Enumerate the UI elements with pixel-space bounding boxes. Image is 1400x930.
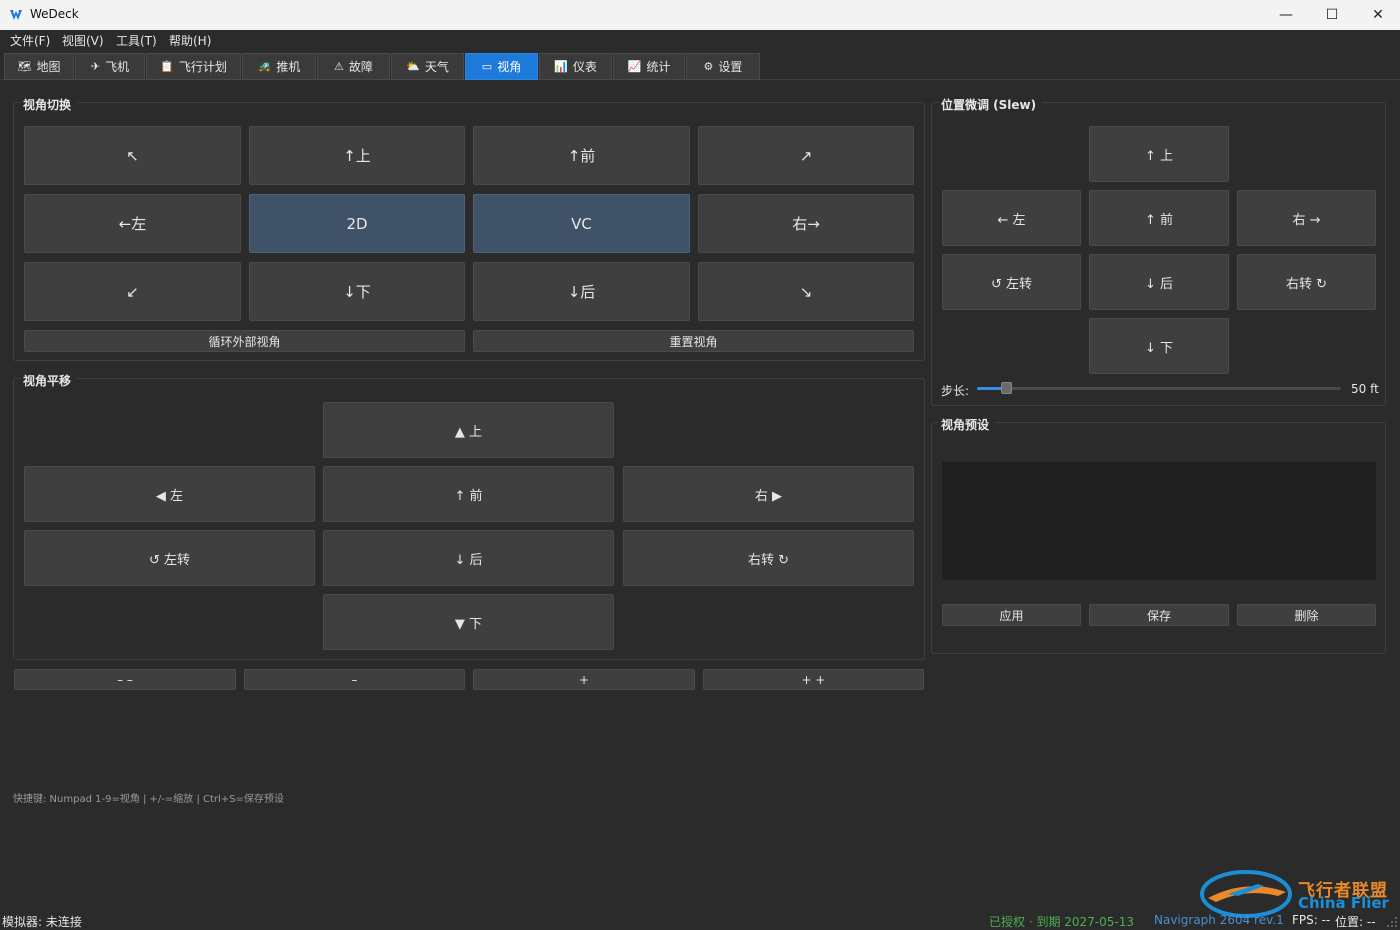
tab-map[interactable]: 🗺 地图 (4, 53, 74, 80)
pan-right-button[interactable]: 右 ▶ (623, 466, 914, 522)
view-switch-title: 视角切换 (21, 96, 78, 113)
tab-weather[interactable]: ⛅ 天气 (391, 53, 464, 80)
menu-help[interactable]: 帮助(H) (169, 32, 211, 49)
view-front-button[interactable]: ↑前 (473, 126, 690, 185)
slew-title: 位置微调 (Slew) (939, 96, 1043, 113)
tractor-icon: 🚜 (257, 60, 272, 73)
zoom-out-large-button[interactable]: – – (14, 669, 236, 690)
camera-view-icon: ▭ (481, 60, 493, 73)
preset-delete-button[interactable]: 删除 (1237, 604, 1376, 626)
watermark-en: China Flier (1298, 894, 1389, 912)
sim-status: 模拟器: 未连接 (2, 915, 82, 929)
tab-label: 视角 (497, 60, 522, 74)
slew-back-button[interactable]: ↓ 后 (1089, 254, 1229, 310)
view-front-left-button[interactable]: ↖ (24, 126, 241, 185)
pan-back-button[interactable]: ↓ 后 (323, 530, 614, 586)
step-slider-handle[interactable] (1001, 382, 1012, 394)
tab-stats[interactable]: 📈 统计 (613, 53, 685, 80)
view-right-button[interactable]: 右→ (698, 194, 914, 253)
position-status: 位置: -- (1335, 915, 1376, 929)
tab-label: 飞行计划 (178, 60, 227, 74)
view-pan-title: 视角平移 (21, 372, 78, 389)
clipboard-icon: 📋 (160, 60, 174, 73)
slew-left-button[interactable]: ← 左 (942, 190, 1081, 246)
pan-up-button[interactable]: ▲ 上 (323, 402, 614, 458)
menu-view[interactable]: 视图(V) (62, 32, 104, 49)
menu-tools[interactable]: 工具(T) (116, 32, 157, 49)
weather-icon: ⛅ (406, 60, 420, 73)
pan-left-button[interactable]: ◀ 左 (24, 466, 315, 522)
presets-title: 视角预设 (939, 416, 996, 433)
zoom-in-button[interactable]: + (473, 669, 695, 690)
view-front-right-button[interactable]: ↗ (698, 126, 914, 185)
title-bar (0, 0, 1400, 30)
slew-rotate-right-button[interactable]: 右转 ↻ (1237, 254, 1376, 310)
view-2d-button[interactable]: 2D (249, 194, 465, 253)
close-button[interactable]: ✕ (1355, 0, 1400, 30)
tab-settings[interactable]: ⚙ 设置 (686, 53, 760, 80)
cycle-external-view-button[interactable]: 循环外部视角 (24, 330, 465, 352)
view-rear-left-button[interactable]: ↙ (24, 262, 241, 321)
pan-rotate-right-button[interactable]: 右转 ↻ (623, 530, 914, 586)
navigraph-status: Navigraph 2604 rev.1 (1154, 913, 1284, 927)
preset-apply-button[interactable]: 应用 (942, 604, 1081, 626)
view-down-button[interactable]: ↓下 (249, 262, 465, 321)
airplane-icon: ✈ (90, 60, 101, 73)
resize-grip-icon[interactable] (1386, 916, 1398, 928)
tab-pushback[interactable]: 🚜 推机 (242, 53, 316, 80)
tab-label: 仪表 (572, 60, 597, 74)
tab-label: 故障 (348, 60, 373, 74)
tab-label: 推机 (276, 60, 301, 74)
license-status: 已授权 · 到期 2027-05-13 (989, 915, 1134, 929)
pan-rotate-left-button[interactable]: ↺ 左转 (24, 530, 315, 586)
fps-status: FPS: -- (1292, 913, 1331, 927)
slew-rotate-left-button[interactable]: ↺ 左转 (942, 254, 1081, 310)
view-rear-right-button[interactable]: ↘ (698, 262, 914, 321)
tab-label: 天气 (424, 60, 449, 74)
tab-camera[interactable]: ▭ 视角 (465, 53, 538, 80)
view-left-button[interactable]: ←左 (24, 194, 241, 253)
gear-icon: ⚙ (703, 60, 714, 73)
pan-down-button[interactable]: ▼ 下 (323, 594, 614, 650)
menu-file[interactable]: 文件(F) (10, 32, 50, 49)
tab-failures[interactable]: ⚠ 故障 (317, 53, 390, 80)
gauge-icon: 📊 (554, 60, 568, 73)
presets-list[interactable] (941, 461, 1377, 581)
slew-forward-button[interactable]: ↑ 前 (1089, 190, 1229, 246)
step-slider[interactable] (977, 387, 1341, 390)
pan-forward-button[interactable]: ↑ 前 (323, 466, 614, 522)
zoom-in-large-button[interactable]: + + (703, 669, 924, 690)
tab-label: 地图 (36, 60, 61, 74)
window-title: WeDeck (30, 7, 79, 21)
slew-down-button[interactable]: ↓ 下 (1089, 318, 1229, 374)
minimize-button[interactable]: — (1263, 0, 1309, 30)
preset-save-button[interactable]: 保存 (1089, 604, 1229, 626)
chart-icon: 📈 (627, 60, 642, 73)
view-up-button[interactable]: ↑上 (249, 126, 465, 185)
tab-instruments[interactable]: 📊 仪表 (539, 53, 612, 80)
view-vc-button[interactable]: VC (473, 194, 690, 253)
tab-label: 设置 (718, 60, 743, 74)
tab-label: 飞机 (105, 60, 130, 74)
zoom-out-button[interactable]: – (244, 669, 465, 690)
app-logo-icon (10, 10, 22, 20)
step-value: 50 ft (1351, 382, 1379, 396)
shortcut-hint: 快捷键: Numpad 1-9=视角 | +/-=缩放 | Ctrl+S=保存预… (13, 794, 284, 805)
map-icon: 🗺 (17, 60, 32, 73)
step-label: 步长: (941, 384, 970, 398)
reset-view-button[interactable]: 重置视角 (473, 330, 914, 352)
warning-icon: ⚠ (334, 60, 344, 73)
slew-up-button[interactable]: ↑ 上 (1089, 126, 1229, 182)
tab-label: 统计 (646, 60, 671, 74)
maximize-button[interactable]: ☐ (1309, 0, 1355, 30)
tab-aircraft[interactable]: ✈ 飞机 (75, 53, 145, 80)
slew-right-button[interactable]: 右 → (1237, 190, 1376, 246)
tab-flight-plan[interactable]: 📋 飞行计划 (146, 53, 241, 80)
view-rear-button[interactable]: ↓后 (473, 262, 690, 321)
